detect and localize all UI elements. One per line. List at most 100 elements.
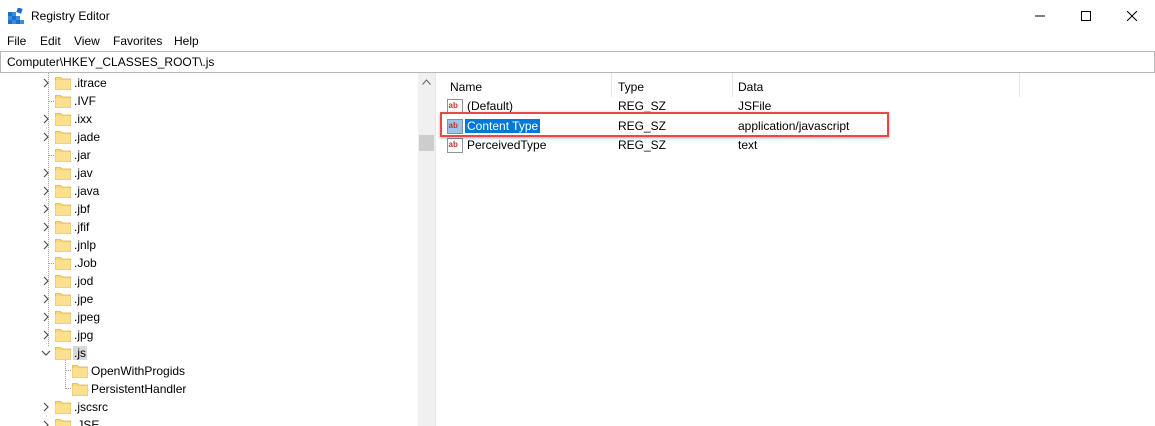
tree-item-label: .JSE (74, 418, 100, 426)
tree-item[interactable]: .jpg (0, 326, 418, 344)
folder-icon (55, 95, 71, 108)
folder-icon (72, 365, 88, 378)
folder-icon (55, 239, 71, 252)
value-row[interactable]: ab (Default) REG_SZ JSFile (441, 97, 1155, 116)
tree-item[interactable]: .IVF (0, 92, 418, 110)
value-type: REG_SZ (618, 118, 667, 133)
tree-item-label: .jpeg (74, 310, 101, 324)
tree-item[interactable]: .JSE (0, 416, 418, 426)
tree-item-label: .Job (74, 256, 97, 270)
svg-text:ab: ab (449, 140, 458, 149)
svg-text:ab: ab (449, 121, 458, 130)
folder-icon (55, 329, 71, 342)
chevron-right-icon[interactable] (40, 113, 52, 125)
menu-favorites[interactable]: Favorites (113, 34, 162, 48)
menu-view[interactable]: View (74, 34, 100, 48)
chevron-right-icon[interactable] (40, 329, 52, 341)
chevron-right-icon[interactable] (40, 131, 52, 143)
tree-item[interactable]: .itrace (0, 74, 418, 92)
maximize-icon (1081, 11, 1091, 21)
value-data: text (738, 138, 758, 152)
folder-icon (55, 149, 71, 162)
column-title: Data (738, 80, 764, 94)
values-list[interactable]: Name Type Data ab (Default) REG_SZ JSFile ab… (441, 73, 1155, 426)
tree-item-label: .jpe (74, 292, 94, 306)
tree-item[interactable]: .jfif (0, 218, 418, 236)
chevron-right-icon[interactable] (40, 311, 52, 323)
tree-item[interactable]: PersistentHandler (0, 380, 418, 398)
chevron-right-icon[interactable] (40, 401, 52, 413)
folder-icon (55, 347, 71, 360)
chevron-right-icon[interactable] (40, 293, 52, 305)
menu-help[interactable]: Help (174, 34, 199, 48)
menu-file[interactable]: File (7, 34, 26, 48)
tree-item[interactable]: .jpe (0, 290, 418, 308)
folder-icon (55, 311, 71, 324)
folder-icon (55, 293, 71, 306)
tree-item-label: .js (73, 346, 87, 360)
tree-item-label: .jfif (74, 220, 90, 234)
key-tree[interactable]: .itrace .IVF .ixx .jade .jar .jav .java .jbf .jf… (0, 73, 418, 426)
column-title: Name (450, 80, 483, 94)
string-value-icon: ab (447, 118, 463, 134)
scrollbar-thumb[interactable] (419, 135, 434, 151)
minimize-icon (1035, 15, 1045, 17)
folder-icon (55, 77, 71, 90)
tree-item[interactable]: .jbf (0, 200, 418, 218)
tree-item[interactable]: .ixx (0, 110, 418, 128)
column-separator[interactable] (1019, 73, 1020, 97)
scroll-up-arrow-icon[interactable] (422, 79, 431, 85)
tree-item-label: .jar (74, 148, 91, 162)
tree-item-label: OpenWithProgids (91, 364, 186, 378)
folder-icon (55, 185, 71, 198)
chevron-right-icon[interactable] (40, 203, 52, 215)
menu-bar: File Edit View Favorites Help (0, 32, 1155, 51)
folder-icon (55, 401, 71, 414)
chevron-right-icon[interactable] (40, 221, 52, 233)
menu-edit[interactable]: Edit (40, 34, 61, 48)
tree-guide-line (48, 155, 54, 156)
tree-item[interactable]: .jpeg (0, 308, 418, 326)
tree-guide-line (48, 263, 54, 264)
tree-item[interactable]: .jnlp (0, 236, 418, 254)
tree-item-label: .ixx (74, 112, 92, 126)
chevron-right-icon[interactable] (40, 167, 52, 179)
tree-item[interactable]: .Job (0, 254, 418, 272)
tree-item[interactable]: .jade (0, 128, 418, 146)
tree-item-label: .java (74, 184, 100, 198)
maximize-button[interactable] (1063, 0, 1109, 32)
chevron-right-icon[interactable] (40, 275, 52, 287)
chevron-right-icon[interactable] (40, 77, 52, 89)
column-header-type[interactable]: Type (612, 73, 732, 97)
string-value-icon: ab (447, 138, 463, 153)
folder-icon (55, 203, 71, 216)
tree-item[interactable]: .java (0, 182, 418, 200)
folder-icon (55, 131, 71, 144)
tree-item[interactable]: .jar (0, 146, 418, 164)
close-button[interactable] (1109, 0, 1155, 32)
folder-icon (72, 383, 88, 396)
address-bar[interactable]: Computer\HKEY_CLASSES_ROOT\.js (0, 51, 1155, 73)
column-header-name[interactable]: Name (441, 73, 611, 97)
tree-item[interactable]: .jod (0, 272, 418, 290)
chevron-down-icon[interactable] (40, 347, 52, 359)
column-header-data[interactable]: Data (733, 73, 1019, 97)
string-value-icon: ab (447, 99, 463, 114)
tree-item[interactable]: .jav (0, 164, 418, 182)
address-path: Computer\HKEY_CLASSES_ROOT\.js (7, 55, 215, 69)
chevron-right-icon[interactable] (40, 239, 52, 251)
value-row[interactable]: ab PerceivedType REG_SZ text (441, 136, 1155, 155)
value-row[interactable]: ab Content Type REG_SZ application/javascri… (441, 117, 1155, 136)
tree-item[interactable]: .js (0, 344, 418, 362)
svg-text:ab: ab (449, 101, 458, 110)
minimize-button[interactable] (1017, 0, 1063, 32)
chevron-right-icon[interactable] (40, 185, 52, 197)
value-name: PerceivedType (467, 138, 547, 152)
chevron-right-icon[interactable] (40, 419, 52, 426)
tree-item[interactable]: OpenWithProgids (0, 362, 418, 380)
close-icon (1127, 11, 1137, 21)
tree-item-label: .jod (74, 274, 94, 288)
tree-item[interactable]: .jscsrc (0, 398, 418, 416)
tree-item-label: PersistentHandler (91, 382, 187, 396)
tree-scrollbar[interactable] (418, 73, 435, 426)
